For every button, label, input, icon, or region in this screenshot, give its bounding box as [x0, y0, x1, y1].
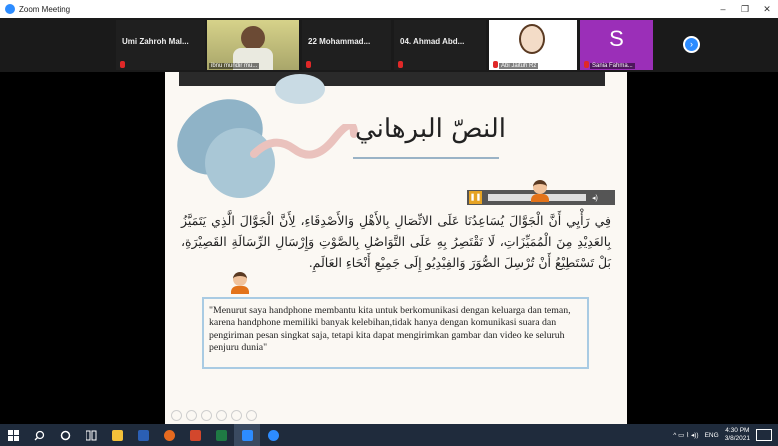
slide-title: النصّ البرهاني [355, 114, 506, 144]
speaker-avatar [531, 180, 549, 202]
tray-icons[interactable]: ^ ▭ ⌇ ◂)) [673, 431, 698, 439]
firefox-icon[interactable] [156, 424, 182, 446]
arabic-paragraph: فِي رَأْيِي أَنَّ الْجَوَّالَ يُسَاعِدُن… [181, 213, 611, 270]
zoom-icon[interactable] [231, 410, 242, 421]
participant-tile[interactable]: 04. Ahmad Abd... [394, 20, 486, 70]
minimize-button[interactable]: – [712, 0, 734, 18]
participant-tile[interactable]: 22 Mohammad... [302, 20, 391, 70]
shared-slide: النصّ البرهاني ❚❚ ◂) فِي رَأْيِي أَنَّ ا… [165, 72, 627, 424]
participant-caption: ibnu mundir mu... [209, 63, 260, 69]
maximize-button[interactable]: ❐ [734, 0, 756, 18]
participant-avatar [519, 24, 545, 54]
participant-tile[interactable]: ibnu mundir mu... [207, 20, 299, 70]
decorative-squiggle [250, 124, 358, 159]
more-options-icon[interactable] [246, 410, 257, 421]
participant-tile[interactable]: S Sania Fahma... [580, 20, 653, 70]
slides-grid-icon[interactable] [216, 410, 227, 421]
participant-tile[interactable]: Abi Jaituh Rz [489, 20, 577, 70]
window-title: Zoom Meeting [19, 4, 71, 14]
slide-top-bar [179, 72, 605, 86]
clock-time: 4:30 PM [725, 427, 750, 434]
decorative-shape [275, 74, 325, 104]
cortana-icon[interactable] [52, 424, 78, 446]
close-button[interactable]: ✕ [756, 0, 778, 18]
translation-box: "Menurut saya handphone membantu kita un… [202, 297, 589, 369]
participant-caption: Abi Jaituh Rz [499, 63, 539, 69]
excel-icon[interactable] [208, 424, 234, 446]
system-tray: ^ ▭ ⌇ ◂)) ENG 4:30 PM 3/8/2021 [673, 424, 778, 446]
clock[interactable]: 4:30 PM 3/8/2021 [725, 427, 750, 443]
next-page-button[interactable]: › [683, 36, 700, 53]
zoom-icon[interactable] [234, 424, 260, 446]
task-view-icon[interactable] [78, 424, 104, 446]
word-icon[interactable] [130, 424, 156, 446]
volume-icon[interactable]: ◂) [592, 194, 598, 202]
participant-tile[interactable]: Umi Zahroh Mal... [116, 20, 205, 70]
participant-name: 04. Ahmad Abd... [400, 37, 465, 46]
pen-icon[interactable] [201, 410, 212, 421]
windows-icon[interactable] [0, 424, 26, 446]
speaker-avatar [231, 272, 249, 294]
mic-muted-icon [306, 61, 311, 68]
language-indicator[interactable]: ENG [705, 432, 719, 439]
mic-muted-icon [398, 61, 403, 68]
mic-muted-icon [120, 61, 125, 68]
participant-name: 22 Mohammad... [308, 37, 371, 46]
mic-muted-icon [584, 61, 589, 68]
participant-caption: Sania Fahma... [590, 63, 635, 69]
file-explorer-icon[interactable] [104, 424, 130, 446]
avatar-initial: S [609, 26, 624, 51]
zoom-logo-icon [5, 4, 15, 14]
pause-icon[interactable]: ❚❚ [469, 191, 482, 204]
zoom-meeting-icon[interactable] [260, 424, 286, 446]
search-icon[interactable] [26, 424, 52, 446]
title-underline [353, 157, 499, 159]
participant-name: Umi Zahroh Mal... [122, 37, 189, 46]
participant-face [241, 26, 265, 50]
mic-muted-icon [493, 61, 498, 68]
windows-taskbar: ^ ▭ ⌇ ◂)) ENG 4:30 PM 3/8/2021 [0, 424, 778, 446]
slide-toolbar [171, 410, 257, 421]
clock-date: 3/8/2021 [724, 435, 750, 442]
window-controls: – ❐ ✕ [712, 0, 778, 18]
title-bar: Zoom Meeting – ❐ ✕ [0, 0, 778, 18]
powerpoint-icon[interactable] [182, 424, 208, 446]
participant-strip: Umi Zahroh Mal... ibnu mundir mu... 22 M… [0, 18, 778, 72]
previous-slide-icon[interactable] [171, 410, 182, 421]
notifications-icon[interactable] [756, 429, 772, 441]
next-slide-icon[interactable] [186, 410, 197, 421]
